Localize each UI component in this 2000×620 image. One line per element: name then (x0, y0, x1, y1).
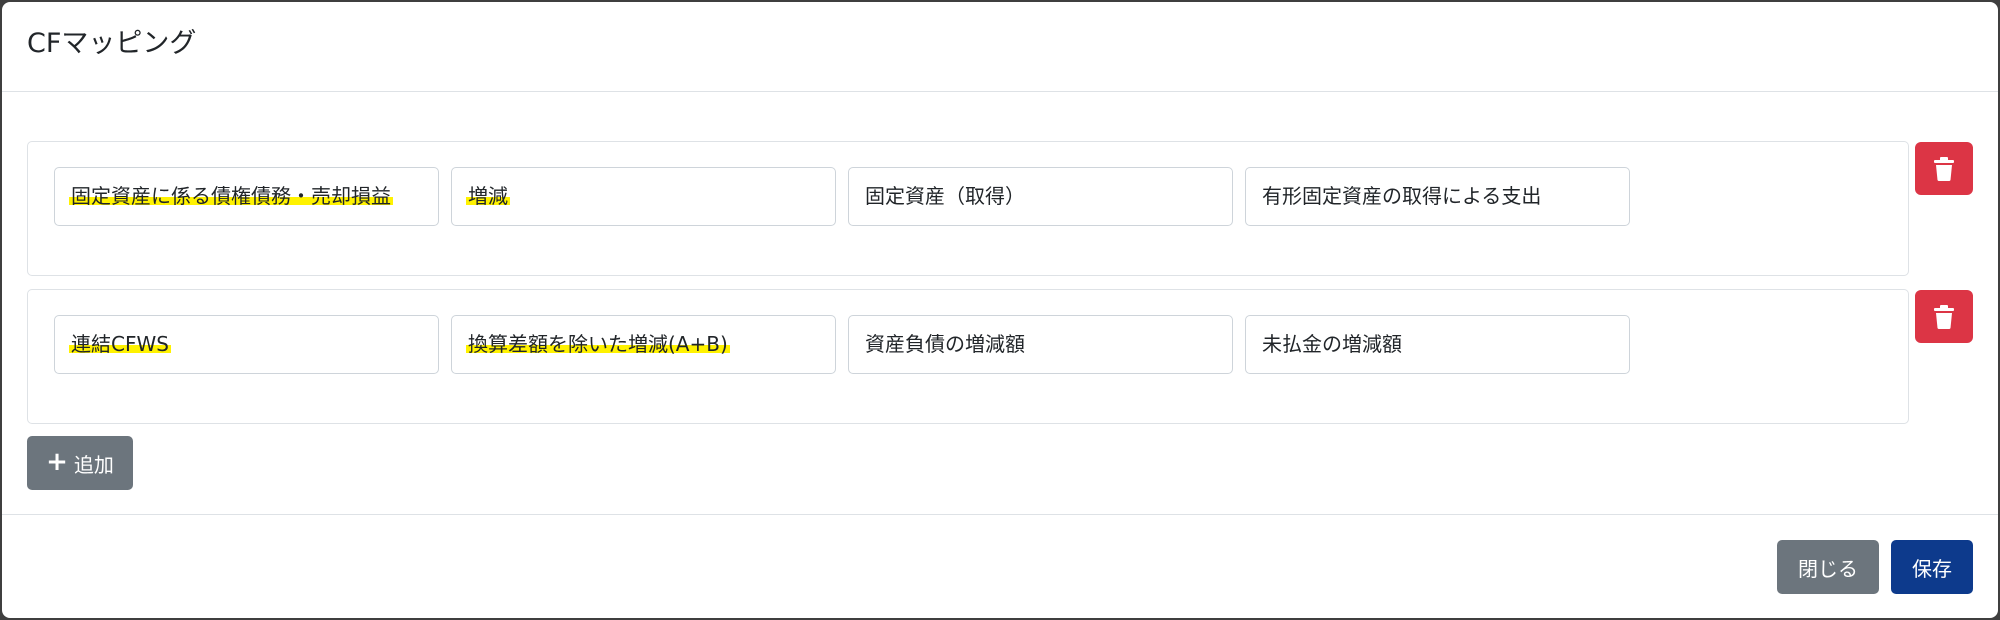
field-text: 資産負債の増減額 (865, 332, 1025, 356)
plus-icon: + (46, 447, 68, 477)
highlighted-text: 増減 (466, 184, 510, 208)
mapping-field-1[interactable]: 連結CFWS (54, 315, 439, 374)
add-button-label: 追加 (73, 452, 114, 477)
cf-mapping-modal: CFマッピング 固定資産に係る債権債務・売却損益 増減 固定資産（取得） 有形固… (2, 2, 1998, 618)
highlighted-text: 換算差額を除いた増減(A+B) (466, 332, 730, 356)
mapping-field-3[interactable]: 固定資産（取得） (848, 167, 1233, 226)
close-button[interactable]: 閉じる (1777, 540, 1879, 594)
delete-row-button[interactable] (1915, 290, 1973, 343)
mapping-row: 固定資産に係る債権債務・売却損益 増減 固定資産（取得） 有形固定資産の取得によ… (27, 141, 1909, 276)
field-text: 有形固定資産の取得による支出 (1262, 184, 1542, 208)
delete-row-button[interactable] (1915, 142, 1973, 195)
field-text: 未払金の増減額 (1262, 332, 1402, 356)
modal-header: CFマッピング (2, 2, 1998, 92)
mapping-field-3[interactable]: 資産負債の増減額 (848, 315, 1233, 374)
mapping-field-4[interactable]: 有形固定資産の取得による支出 (1245, 167, 1630, 226)
mapping-field-1[interactable]: 固定資産に係る債権債務・売却損益 (54, 167, 439, 226)
highlighted-text: 固定資産に係る債権債務・売却損益 (69, 184, 393, 208)
save-button[interactable]: 保存 (1891, 540, 1973, 594)
mapping-field-4[interactable]: 未払金の増減額 (1245, 315, 1630, 374)
add-row-button[interactable]: + 追加 (27, 436, 133, 490)
trash-icon (1934, 156, 1954, 181)
highlighted-text: 連結CFWS (69, 332, 171, 356)
modal-title: CFマッピング (27, 28, 197, 59)
modal-footer: 閉じる 保存 (2, 514, 1998, 618)
trash-icon (1934, 304, 1954, 329)
mapping-field-2[interactable]: 増減 (451, 167, 836, 226)
field-text: 固定資産（取得） (865, 184, 1025, 208)
mapping-field-2[interactable]: 換算差額を除いた増減(A+B) (451, 315, 836, 374)
mapping-row: 連結CFWS 換算差額を除いた増減(A+B) 資産負債の増減額 未払金の増減額 (27, 289, 1909, 424)
